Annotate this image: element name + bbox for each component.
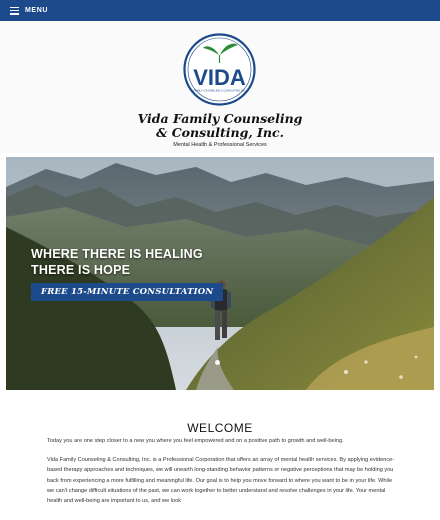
hero-headline-line2: THERE IS HOPE: [31, 263, 131, 277]
logo-wordmark: VIDA: [193, 65, 246, 90]
brand-tagline: Mental Health & Professional Services: [173, 142, 267, 148]
logo-subtext: FAMILY COUNSELING & CONSULTING INC: [193, 89, 245, 93]
welcome-body: Vida Family Counseling & Consulting, Inc…: [47, 457, 395, 505]
hero-banner: WHERE THERE IS HEALING THERE IS HOPE FRE…: [6, 157, 434, 390]
free-consultation-button[interactable]: FREE 15-MINUTE CONSULTATION: [31, 283, 224, 301]
welcome-section: WELCOME Today you are one step closer to…: [0, 392, 440, 520]
hero-headline-line1: WHERE THERE IS HEALING: [31, 247, 203, 261]
menu-button[interactable]: MENU: [25, 7, 48, 14]
hero-headline: WHERE THERE IS HEALING THERE IS HOPE: [31, 246, 203, 278]
brand-name: Vida Family Counseling & Consulting, Inc…: [0, 112, 440, 140]
top-nav-bar: MENU: [0, 0, 440, 21]
slider-dot[interactable]: [215, 360, 220, 365]
site-header: VIDA FAMILY COUNSELING & CONSULTING INC …: [0, 21, 440, 153]
vida-logo[interactable]: VIDA FAMILY COUNSELING & CONSULTING INC: [183, 33, 256, 106]
welcome-heading: WELCOME: [187, 421, 253, 435]
welcome-intro: Today you are one step closer to a new y…: [47, 438, 344, 444]
brand-name-line2: & Consulting, Inc.: [156, 125, 284, 140]
hamburger-icon[interactable]: [10, 6, 19, 15]
brand-name-line1: Vida Family Counseling: [137, 111, 303, 126]
